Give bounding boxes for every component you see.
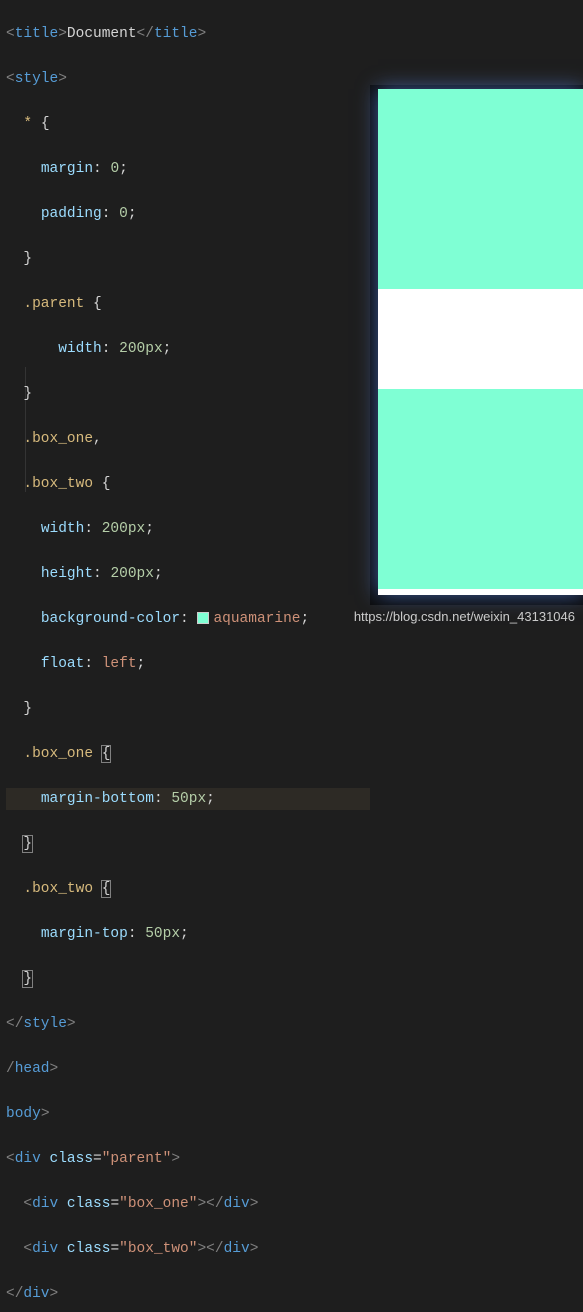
- preview-page: [378, 89, 583, 595]
- code-line: .box_two {: [6, 878, 370, 901]
- code-line: width: 200px;: [6, 338, 370, 361]
- code-line: * {: [6, 113, 370, 136]
- code-line: margin: 0;: [6, 158, 370, 181]
- code-line: width: 200px;: [6, 518, 370, 541]
- code-line: .box_two {: [6, 473, 370, 496]
- color-swatch: [197, 612, 209, 624]
- code-line: }: [6, 833, 370, 856]
- watermark-text: https://blog.csdn.net/weixin_43131046: [354, 606, 575, 629]
- code-line: <div class="box_two"></div>: [6, 1238, 370, 1261]
- code-line: <style>: [6, 68, 370, 91]
- box-two: [378, 389, 583, 589]
- code-line: .box_one {: [6, 743, 370, 766]
- box-one: [378, 89, 583, 289]
- code-line: </style>: [6, 1013, 370, 1036]
- code-line: }: [6, 968, 370, 991]
- browser-preview: [370, 85, 583, 605]
- code-line: height: 200px;: [6, 563, 370, 586]
- code-line: </div>: [6, 1283, 370, 1306]
- code-line: .box_one,: [6, 428, 370, 451]
- code-line: }: [6, 383, 370, 406]
- code-line-active: margin-bottom: 50px;: [6, 788, 370, 811]
- code-line: margin-top: 50px;: [6, 923, 370, 946]
- code-line: background-color: aquamarine;: [6, 608, 370, 631]
- code-line: /head>: [6, 1058, 370, 1081]
- code-line: padding: 0;: [6, 203, 370, 226]
- code-line: <title>Document</title>: [6, 23, 370, 46]
- code-line: }: [6, 248, 370, 271]
- code-line: <div class="box_one"></div>: [6, 1193, 370, 1216]
- code-line: body>: [6, 1103, 370, 1126]
- margin-gap: [378, 289, 583, 389]
- code-editor[interactable]: <title>Document</title> <style> * { marg…: [0, 0, 370, 1312]
- code-line: }: [6, 698, 370, 721]
- code-line: .parent {: [6, 293, 370, 316]
- code-line: <div class="parent">: [6, 1148, 370, 1171]
